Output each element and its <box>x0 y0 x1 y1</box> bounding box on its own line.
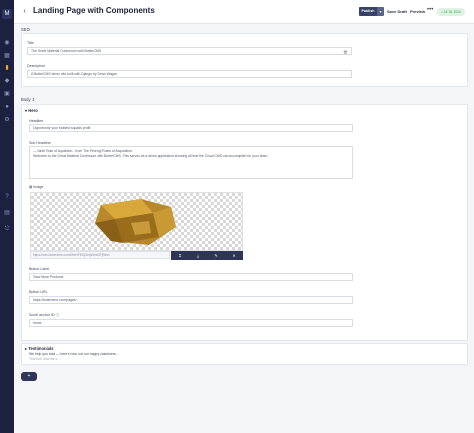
save-draft-button[interactable]: Save Draft <box>387 9 407 14</box>
headline-input[interactable]: Opportunity your biddest squads profit <box>29 124 353 132</box>
image-label: ▤ Image <box>29 185 44 189</box>
subheadline-textarea[interactable]: — Ninth Rule of Aquisition - from The Fe… <box>29 146 353 179</box>
add-component-button[interactable]: + <box>21 372 37 381</box>
subheadline-label: Sub Headline <box>29 141 51 145</box>
publish-button[interactable]: Publish <box>359 7 377 16</box>
headline-value: Opportunity your biddest squads profit <box>33 126 91 130</box>
scroll-anchor-label: Scroll anchor ID ⓘ <box>29 313 60 317</box>
scroll-anchor-input[interactable]: home <box>29 319 353 327</box>
button-url-input[interactable]: https://buttercms.com/pages/ <box>29 296 353 304</box>
components-icon[interactable]: ◆ <box>3 78 11 84</box>
edit-icon[interactable]: ✎ <box>207 251 225 260</box>
button-url-label: Button URL <box>29 290 48 294</box>
scroll-anchor-value: home <box>33 321 42 325</box>
seo-description-input[interactable]: A ButterCMS demo site built with Django … <box>27 70 352 78</box>
crop-icon[interactable]: ⌗ <box>171 251 189 260</box>
back-arrow-icon[interactable]: ‹ <box>20 7 29 16</box>
seo-description-value: A ButterCMS demo site built with Django … <box>31 72 118 76</box>
logout-icon[interactable]: ⎋ <box>3 226 11 232</box>
subheadline-line: Welcome to the Great Material Continuum … <box>33 154 269 158</box>
pages-icon[interactable]: ▮ <box>3 65 11 71</box>
header: ‹ Landing Page with Components Publish ▾… <box>14 0 474 24</box>
preview-button[interactable]: Preview <box>410 9 425 14</box>
seo-section-label: SEO <box>21 27 30 32</box>
page-title: Landing Page with Components <box>33 6 155 15</box>
body-section-label: Body ⇕ <box>21 97 36 102</box>
testimonials-panel[interactable]: ▸ Testimonials We help you hold — here's… <box>21 343 468 365</box>
reorder-icon[interactable]: ⇕ <box>32 97 36 102</box>
users-icon[interactable]: ● <box>3 104 11 110</box>
button-label-label: Button Label <box>29 267 50 271</box>
seo-title-input[interactable]: The Great Material Continuum with Butter… <box>27 47 352 55</box>
image-preview[interactable] <box>30 192 243 251</box>
seo-panel: Title The Great Material Continuum with … <box>21 33 468 87</box>
trash-icon[interactable]: 🗑 <box>343 49 348 54</box>
remove-icon[interactable]: ✕ <box>225 251 243 260</box>
testimonials-line: This isn't how we c… <box>29 357 61 361</box>
publish-dropdown-button[interactable]: ▾ <box>377 7 384 16</box>
logo[interactable]: M <box>2 9 12 19</box>
sidebar: M ◉ ▦ ▮ ◆ ▣ ● ⚙ ? ▤ ⎋ <box>0 0 14 433</box>
button-label-input[interactable]: View More Products <box>29 273 353 281</box>
status-badge: • Jul 18, 2024 <box>437 8 465 16</box>
hero-title[interactable]: ▾ Hero <box>25 108 38 113</box>
gold-bars-image <box>95 199 176 245</box>
testimonials-line: We help you hold — here's how, not our h… <box>29 352 120 356</box>
button-url-value: https://buttercms.com/pages/ <box>33 298 77 302</box>
media-icon[interactable]: ▣ <box>3 91 11 97</box>
grid-icon[interactable]: ▦ <box>3 53 11 59</box>
testimonials-title[interactable]: ▸ Testimonials <box>25 346 54 351</box>
download-icon[interactable]: ⤓ <box>189 251 207 260</box>
image-toolbar: ⌗ ⤓ ✎ ✕ <box>171 251 243 260</box>
seo-description-label: Description <box>27 64 45 68</box>
dashboard-icon[interactable]: ◉ <box>3 40 11 46</box>
help-icon[interactable]: ? <box>3 194 11 200</box>
more-options-icon[interactable]: ••• <box>427 7 433 13</box>
docs-icon[interactable]: ▤ <box>3 210 11 216</box>
image-url-field[interactable]: https://cdn.buttercms.com/MieHFEtQScfjz5… <box>30 251 170 259</box>
settings-icon[interactable]: ⚙ <box>3 117 11 123</box>
button-label-value: View More Products <box>33 275 64 279</box>
seo-title-value: The Great Material Continuum with Butter… <box>31 49 102 53</box>
seo-title-label: Title <box>27 41 34 45</box>
headline-label: Headline <box>29 119 44 123</box>
